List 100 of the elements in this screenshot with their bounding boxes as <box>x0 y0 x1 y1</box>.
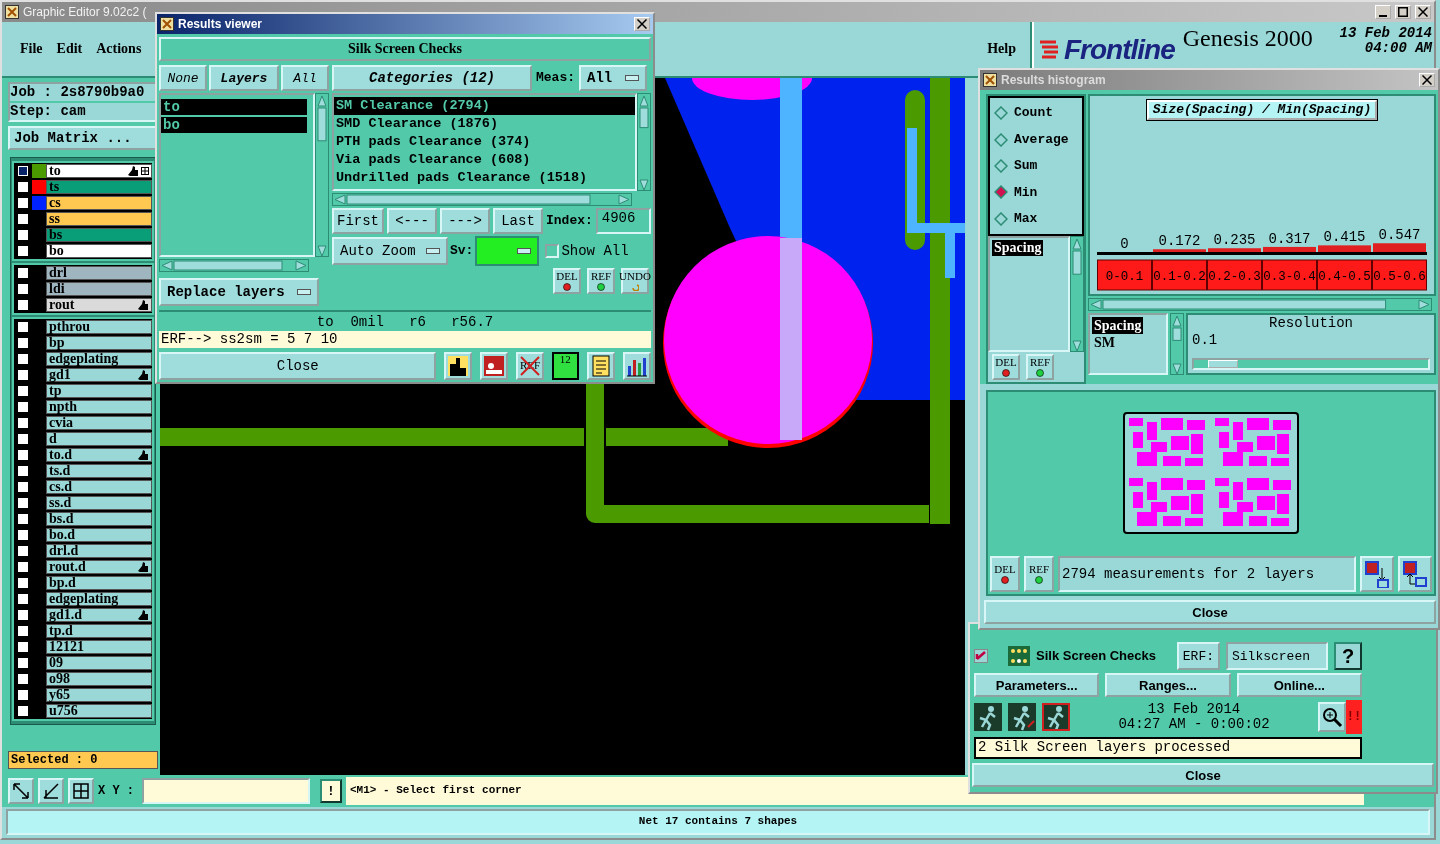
layer-filter-button[interactable]: Layers <box>209 65 279 91</box>
layer-item[interactable]: edgeplating <box>46 591 152 606</box>
navigation-button[interactable]: First <box>332 208 384 234</box>
resize-button[interactable] <box>8 778 34 804</box>
source-item[interactable]: SM <box>1092 334 1117 351</box>
radio-button[interactable] <box>994 106 1008 121</box>
coordinate-field[interactable] <box>142 778 310 804</box>
trace-line[interactable] <box>586 384 929 523</box>
color-dropdown[interactable] <box>475 236 540 266</box>
layer-checkbox[interactable] <box>16 495 30 510</box>
layer-item[interactable]: cvia <box>46 415 152 430</box>
layer-checkbox[interactable] <box>16 687 30 702</box>
runner-icon[interactable] <box>974 703 1002 731</box>
angle-button[interactable] <box>38 778 64 804</box>
layer-checkbox[interactable] <box>16 179 30 194</box>
layer-checkbox[interactable] <box>16 607 30 622</box>
layer-checkbox[interactable] <box>16 575 30 590</box>
layer-item[interactable]: ss.d <box>46 495 152 510</box>
enable-checkbox[interactable] <box>974 649 988 663</box>
close-button[interactable]: Close <box>984 600 1436 624</box>
action-button[interactable]: Online... <box>1236 673 1362 697</box>
tool-button[interactable] <box>444 351 473 380</box>
slider-thumb[interactable] <box>1208 360 1239 368</box>
close-button[interactable] <box>634 17 650 31</box>
category-item[interactable]: SM Clearance (2794) <box>334 97 635 115</box>
scrollbar[interactable] <box>159 259 309 272</box>
layer-item[interactable]: tp <box>46 383 152 398</box>
radio-button[interactable] <box>994 132 1008 147</box>
layer-checkbox[interactable] <box>16 211 30 226</box>
action-button[interactable]: Parameters... <box>974 673 1100 697</box>
layer-item[interactable]: pthrou <box>46 319 152 334</box>
edit-button[interactable]: REF <box>587 268 615 294</box>
edit-button[interactable]: DEL <box>992 354 1020 380</box>
categories-button[interactable]: Categories (12) <box>332 65 532 91</box>
layer-checkbox[interactable] <box>16 703 30 718</box>
layer-item[interactable]: u756 <box>46 703 152 718</box>
layer-item[interactable]: ldi <box>46 281 152 296</box>
layer-item[interactable]: 12121 <box>46 639 152 654</box>
attribute-item[interactable]: Spacing <box>992 240 1044 256</box>
layer-item[interactable]: edgeplating <box>46 351 152 366</box>
close-button[interactable] <box>1415 5 1431 19</box>
menu-item[interactable]: File <box>20 40 43 58</box>
edit-button[interactable]: DEL <box>553 268 581 294</box>
pcb-layout-drawing[interactable] <box>663 78 965 524</box>
layer-checkbox[interactable] <box>16 527 30 542</box>
layer-item[interactable]: bp <box>46 335 152 350</box>
layer-checkbox[interactable] <box>16 195 30 210</box>
runner-icon[interactable] <box>1008 703 1036 731</box>
layer-item[interactable]: o98 <box>46 671 152 686</box>
tool-button[interactable] <box>480 351 509 380</box>
export-button[interactable] <box>1398 556 1432 592</box>
scrollbar[interactable] <box>332 193 632 206</box>
layer-checkbox[interactable] <box>16 447 30 462</box>
minimize-button[interactable] <box>1375 5 1391 19</box>
radio-button[interactable] <box>994 159 1008 173</box>
layer-checkbox[interactable] <box>16 163 30 178</box>
layer-checkbox[interactable] <box>16 383 30 398</box>
layer-checkbox[interactable] <box>16 351 30 366</box>
layer-item[interactable]: rout.d <box>46 559 152 574</box>
layer-item[interactable]: gd1.d <box>46 607 152 622</box>
layer-checkbox[interactable] <box>16 655 30 670</box>
action-button[interactable]: Ranges... <box>1105 673 1231 697</box>
check-title[interactable]: Silk Screen Checks <box>159 37 651 61</box>
layer-item[interactable]: drl.d <box>46 543 152 558</box>
layer-checkbox[interactable] <box>16 623 30 638</box>
close-button[interactable] <box>1419 73 1435 87</box>
layer-item[interactable]: gd1 <box>46 367 152 382</box>
layer-filter-button[interactable]: None <box>159 65 208 91</box>
layer-checkbox[interactable] <box>16 281 30 296</box>
layer-item[interactable]: cs <box>46 195 152 210</box>
layer-checkbox[interactable] <box>16 367 30 382</box>
layer-checkbox[interactable] <box>16 297 30 312</box>
scrollbar[interactable] <box>315 93 329 257</box>
menu-item[interactable]: Edit <box>56 40 83 58</box>
layer-checkbox[interactable] <box>16 415 30 430</box>
auto-zoom-dropdown[interactable]: Auto Zoom <box>332 237 448 265</box>
layer-checkbox[interactable] <box>16 243 30 258</box>
show-all-checkbox[interactable] <box>545 244 560 258</box>
help-button[interactable]: ? <box>1334 642 1362 670</box>
layer-item[interactable]: y65 <box>46 687 152 702</box>
close-button[interactable]: Close <box>972 763 1434 787</box>
layer-item[interactable]: to.d <box>46 447 152 462</box>
layer-checkbox[interactable] <box>16 335 30 350</box>
layer-item[interactable]: npth <box>46 399 152 414</box>
layer-item[interactable]: ss <box>46 211 152 226</box>
layer-checkbox[interactable] <box>16 265 30 280</box>
menu-item[interactable]: Help <box>987 40 1016 58</box>
radio-button[interactable] <box>994 185 1008 200</box>
layer-list-item[interactable]: to <box>161 99 307 115</box>
navigation-button[interactable]: <--- <box>387 208 437 234</box>
menu-item[interactable]: Actions <box>96 40 142 58</box>
layer-item[interactable]: tp.d <box>46 623 152 638</box>
scrollbar[interactable] <box>1070 236 1084 352</box>
layer-checkbox[interactable] <box>16 671 30 686</box>
layer-item[interactable]: bs <box>46 227 152 242</box>
layer-checkbox[interactable] <box>16 591 30 606</box>
layer-item[interactable]: drl <box>46 265 152 280</box>
navigation-button[interactable]: ---> <box>440 208 490 234</box>
layer-item[interactable]: bp.d <box>46 575 152 590</box>
info-button[interactable]: ! <box>320 779 342 803</box>
